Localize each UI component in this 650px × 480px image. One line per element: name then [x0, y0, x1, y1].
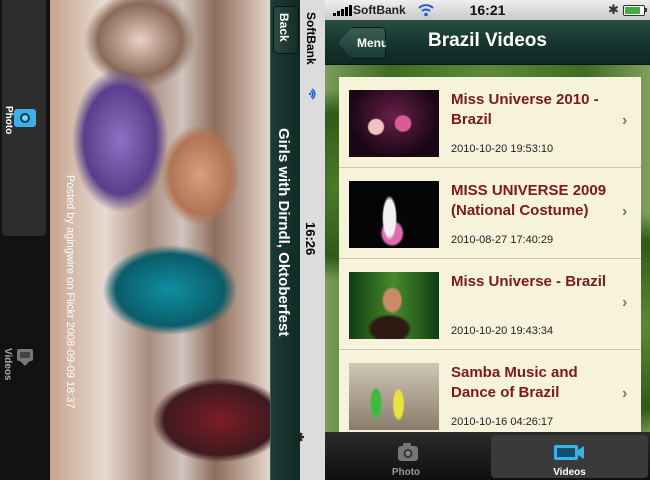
video-list: Miss Universe 2010 - Brazil 2010-10-20 1… — [339, 77, 641, 440]
video-date: 2010-10-16 04:26:17 — [451, 416, 554, 428]
video-title: Miss Universe - Brazil — [451, 273, 607, 290]
photo-screen-tab-photo[interactable]: Photo — [2, 0, 46, 236]
clock-label: 16:21 — [469, 2, 506, 18]
status-bar: SoftBank 16:21 ✱ — [325, 0, 650, 20]
content-area: Miss Universe 2010 - Brazil 2010-10-20 1… — [325, 65, 650, 440]
video-title: Miss Universe 2010 - Brazil — [451, 91, 599, 128]
battery-cap — [645, 8, 647, 12]
video-camera-icon — [554, 445, 584, 460]
battery-icon — [623, 5, 645, 16]
camera-icon — [398, 443, 418, 461]
photo-caption-text: Posted by agingwire on Flickr 2008-09-09… — [64, 175, 76, 409]
video-thumbnail — [349, 272, 439, 339]
chevron-right-icon: › — [622, 385, 628, 402]
video-list-item[interactable]: Miss Universe - Brazil 2010-10-20 19:43:… — [339, 259, 641, 350]
carrier-label: SoftBank — [304, 12, 318, 65]
tab-photo[interactable]: Photo — [325, 432, 487, 480]
page-title: Brazil Videos — [428, 30, 547, 51]
clock-label: 16:26 — [303, 222, 318, 256]
tab-photo-label: Photo — [391, 467, 421, 478]
chevron-right-icon: › — [622, 203, 628, 220]
tab-videos-label: Videos — [553, 467, 586, 478]
tab-videos[interactable]: Videos — [491, 435, 648, 478]
video-date: 2010-10-20 19:43:34 — [451, 325, 554, 337]
wifi-icon — [308, 88, 316, 100]
video-list-item[interactable]: MISS UNIVERSE 2009 (National Costume) 20… — [339, 168, 641, 259]
photo-screen-tab-photo-label: Photo — [3, 106, 14, 135]
battery-level — [625, 7, 640, 14]
video-date: 2010-10-20 19:53:10 — [451, 143, 554, 155]
photo-title-text: Girls with Dirndl, Oktoberfest — [275, 128, 292, 337]
chevron-right-icon: › — [622, 294, 628, 311]
back-button-label: Back — [277, 13, 291, 42]
photo-screen-tab-videos-label[interactable]: Videos — [2, 348, 13, 381]
oktoberfest-photo[interactable] — [50, 0, 270, 480]
chevron-right-icon: › — [622, 112, 628, 129]
tab-bar: Photo Videos — [325, 432, 650, 480]
back-button[interactable]: Back — [273, 6, 299, 54]
video-camera-icon[interactable] — [14, 344, 36, 366]
camera-icon — [14, 109, 36, 127]
video-list-item[interactable]: Samba Music and Dance of Brazil 2010-10-… — [339, 350, 641, 440]
bluetooth-icon: ✱ — [292, 432, 306, 443]
photo-screen: Photo Videos Posted by agingwire on Flic… — [0, 0, 325, 480]
video-thumbnail — [349, 181, 439, 248]
video-thumbnail — [349, 90, 439, 157]
video-title: Samba Music and Dance of Brazil — [451, 364, 578, 401]
navigation-bar: Menu Brazil Videos — [325, 20, 650, 65]
photo-caption: Posted by agingwire on Flickr 2008-09-09… — [64, 175, 78, 475]
video-date: 2010-08-27 17:40:29 — [451, 234, 554, 246]
video-screen: SoftBank 16:21 ✱ Menu Brazil Videos Miss… — [325, 0, 650, 480]
video-title: MISS UNIVERSE 2009 (National Costume) — [451, 182, 607, 219]
bluetooth-icon: ✱ — [608, 2, 619, 17]
video-list-item[interactable]: Miss Universe 2010 - Brazil 2010-10-20 1… — [339, 77, 641, 168]
video-thumbnail — [349, 363, 439, 430]
photo-screen-tab-bar: Photo Videos — [0, 0, 50, 480]
